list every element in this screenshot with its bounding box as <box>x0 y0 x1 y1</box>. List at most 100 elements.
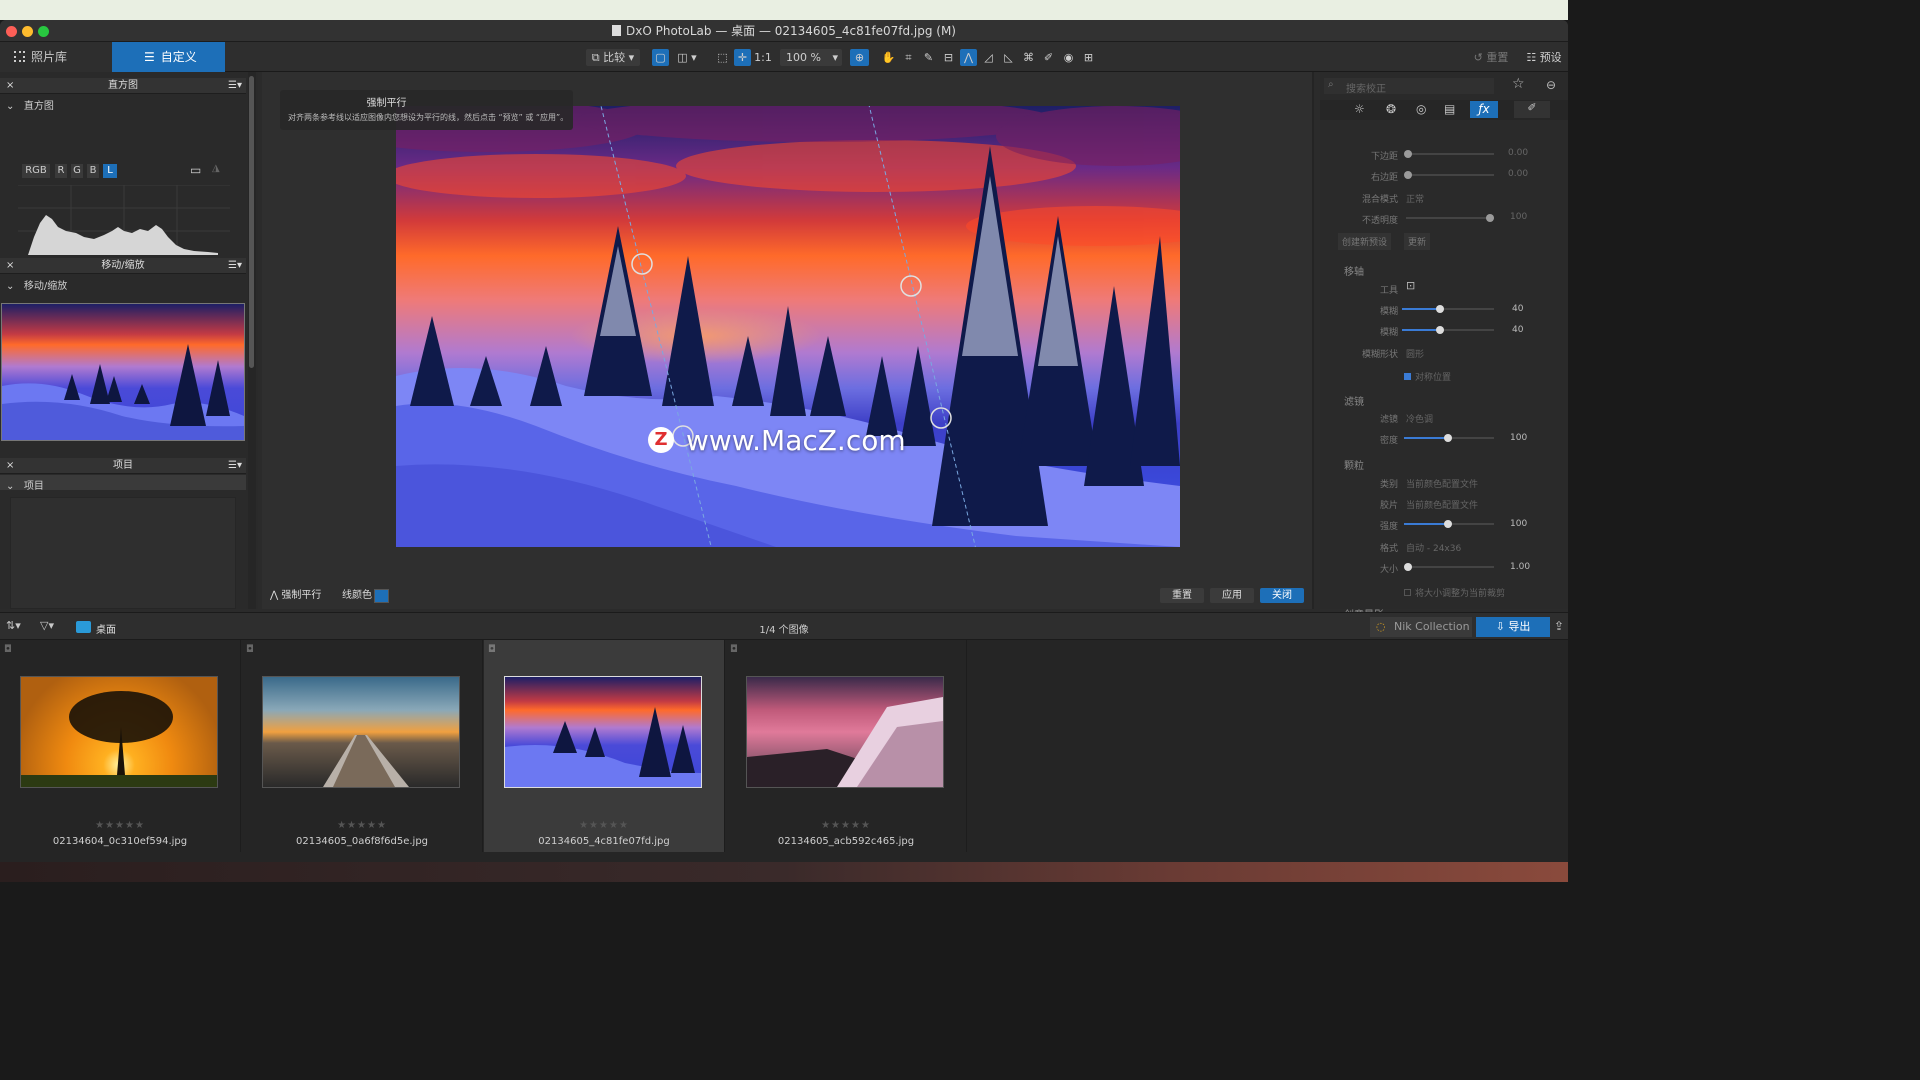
local-adjust-tab-icon[interactable]: ✐ <box>1514 101 1550 118</box>
crop-frame-icon[interactable]: ⬚ <box>714 49 731 66</box>
blur-shape-select[interactable]: 圆形 <box>1406 347 1424 360</box>
filter-section[interactable]: 滤镜 <box>1344 393 1364 408</box>
filmstrip-item[interactable]: ◘ ★★★★★ 02134605_0a6f8f6d5e.jpg <box>242 640 483 852</box>
reference-handle[interactable] <box>900 275 922 297</box>
close-window-button[interactable] <box>6 26 17 37</box>
opacity-value[interactable]: 100 <box>1510 212 1527 222</box>
filmstrip-item[interactable]: ◘ ★★★★★ 02134604_0c310ef594.jpg <box>0 640 241 852</box>
slider-knob[interactable] <box>1404 171 1412 179</box>
main-photo[interactable]: Z www.MacZ.com <box>396 106 1180 547</box>
line-color-swatch[interactable] <box>374 589 389 603</box>
preset-button[interactable]: ☷ 预设 <box>1522 49 1566 66</box>
filmstrip-item[interactable]: ◘ ★★★★★ 02134605_acb592c465.jpg <box>726 640 967 852</box>
reference-handle[interactable] <box>930 407 952 429</box>
move-icon[interactable]: ✛ <box>734 49 751 66</box>
slider-knob[interactable] <box>1436 305 1444 313</box>
channel-g[interactable]: G <box>71 164 83 178</box>
opacity-slider[interactable] <box>1406 217 1494 219</box>
rating-stars[interactable]: ★★★★★ <box>0 820 240 831</box>
navigator-preview[interactable] <box>1 303 245 441</box>
channel-rgb[interactable]: RGB <box>22 164 50 178</box>
tilt-tool-icon[interactable]: ⊡ <box>1406 279 1415 292</box>
eyedropper-icon[interactable]: ✎ <box>920 49 937 66</box>
eye-icon[interactable]: ◉ <box>1060 49 1077 66</box>
share-icon[interactable]: ⇪ <box>1554 619 1564 633</box>
guides-icon[interactable]: ⊞ <box>1080 49 1097 66</box>
toggle-icon[interactable]: ⊖ <box>1546 78 1556 92</box>
eight-point-tool-icon[interactable]: ◺ <box>1000 49 1017 66</box>
channel-l[interactable]: L <box>103 164 117 178</box>
close-icon[interactable]: × <box>6 78 14 94</box>
right-margin-value[interactable]: 0.00 <box>1508 169 1528 179</box>
channel-b[interactable]: B <box>87 164 99 178</box>
symmetric-checkbox[interactable]: 对称位置 <box>1404 370 1451 383</box>
light-tab-icon[interactable]: ☼ <box>1354 102 1365 116</box>
slider-knob[interactable] <box>1404 150 1412 158</box>
projects-list[interactable] <box>10 497 236 609</box>
horizon-tool-icon[interactable]: ⊟ <box>940 49 957 66</box>
update-preset-button[interactable]: 更新 <box>1404 233 1431 250</box>
split-view-icon[interactable]: ◫ ▾ <box>672 49 702 66</box>
panel-menu-icon[interactable]: ☰▾ <box>228 78 242 94</box>
rating-stars[interactable]: ★★★★★ <box>242 820 482 831</box>
force-parallel-tool-label[interactable]: ⋀ 强制平行 <box>270 588 330 603</box>
crop-tool-icon[interactable]: ⌗ <box>900 49 917 66</box>
blur-value[interactable]: 40 <box>1512 325 1523 335</box>
nik-collection-button[interactable]: ◌ Nik Collection <box>1370 617 1472 637</box>
histogram-panel-header[interactable]: × 直方图 ☰▾ <box>0 78 246 94</box>
filmstrip-item-selected[interactable]: ◘ ★★★★★ 02134605_4c81fe07fd.jpg <box>484 640 725 852</box>
left-scrollbar[interactable] <box>248 72 256 609</box>
blur-value[interactable]: 40 <box>1512 304 1523 314</box>
reset-button[interactable]: ↺ 重置 <box>1466 49 1516 66</box>
panel-menu-icon[interactable]: ☰▾ <box>228 458 242 474</box>
slider-knob[interactable] <box>1486 214 1494 222</box>
force-parallel-icon[interactable]: ⋀ <box>960 49 977 66</box>
grain-type-select[interactable]: 当前颜色配置文件 <box>1406 477 1478 490</box>
export-button[interactable]: ⇩ 导出 <box>1476 617 1550 637</box>
repair-icon[interactable]: ✐ <box>1040 49 1057 66</box>
close-icon[interactable]: × <box>6 458 14 474</box>
move-zoom-panel-header[interactable]: × 移动/缩放 ☰▾ <box>0 258 246 274</box>
bottom-margin-value[interactable]: 0.00 <box>1508 148 1528 158</box>
projects-section-row[interactable]: ⌄ 项目 <box>0 475 246 492</box>
slider-knob[interactable] <box>1436 326 1444 334</box>
adjust-to-crop-checkbox[interactable]: 将大小调整为当前裁剪 <box>1404 586 1505 599</box>
star-icon[interactable]: ☆ <box>1512 76 1525 92</box>
ratio-button[interactable]: 1:1 <box>754 49 772 66</box>
grain-film-select[interactable]: 当前颜色配置文件 <box>1406 498 1478 511</box>
grain-size-slider[interactable] <box>1406 566 1494 568</box>
filter-select[interactable]: 冷色调 <box>1406 412 1433 425</box>
gamut-icon[interactable]: ◮ <box>212 163 220 174</box>
thumbnail-sunset-tree[interactable] <box>20 676 218 788</box>
grain-intensity-value[interactable]: 100 <box>1510 519 1527 529</box>
grain-section[interactable]: 颗粒 <box>1344 457 1364 472</box>
slider-knob[interactable] <box>1404 563 1412 571</box>
projects-section[interactable]: ⌄ 项目 <box>6 477 44 492</box>
move-zoom-section[interactable]: ⌄ 移动/缩放 <box>6 277 67 292</box>
histogram-section[interactable]: ⌄ 直方图 <box>6 97 54 112</box>
zoom-select[interactable]: 100 % ▾ <box>780 49 842 66</box>
zoom-tool-icon[interactable]: ⊕ <box>850 49 869 66</box>
tilt-shift-section[interactable]: 移轴 <box>1344 263 1364 278</box>
thumbnail-boardwalk[interactable] <box>262 676 460 788</box>
geometry-tab-icon[interactable]: ▤ <box>1444 102 1455 116</box>
scroll-thumb[interactable] <box>249 76 254 368</box>
grain-format-select[interactable]: 自动 - 24x36 <box>1406 541 1461 554</box>
zoom-window-button[interactable] <box>38 26 49 37</box>
blur-slider[interactable] <box>1402 329 1494 331</box>
tab-customize[interactable]: ☰ 自定义 <box>112 42 225 72</box>
projects-panel-header[interactable]: × 项目 ☰▾ <box>0 458 246 474</box>
right-margin-slider[interactable] <box>1406 174 1494 176</box>
grain-size-value[interactable]: 1.00 <box>1510 562 1530 572</box>
effects-tab-icon[interactable]: ƒx <box>1470 101 1498 118</box>
slider-knob[interactable] <box>1444 520 1452 528</box>
thumbnail-snow-forest[interactable] <box>504 676 702 788</box>
transform-icon[interactable]: ⌘ <box>1020 49 1037 66</box>
search-field[interactable]: ⌕ 搜索校正 <box>1324 78 1494 95</box>
rating-stars[interactable]: ★★★★★ <box>484 820 724 831</box>
close-icon[interactable]: × <box>6 258 14 274</box>
close-button[interactable]: 关闭 <box>1260 588 1304 603</box>
channel-r[interactable]: R <box>55 164 67 178</box>
bottom-margin-slider[interactable] <box>1406 153 1494 155</box>
viewer-reset-button[interactable]: 重置 <box>1160 588 1204 603</box>
